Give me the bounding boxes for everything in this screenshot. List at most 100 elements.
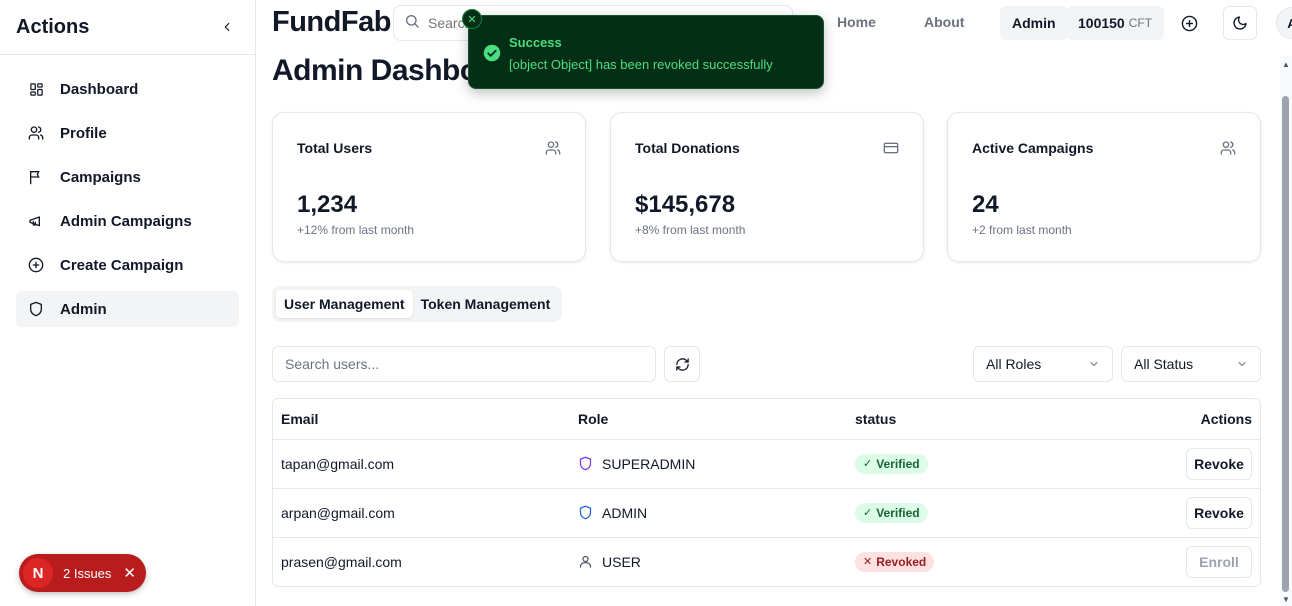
column-header-role: Role	[570, 399, 847, 440]
user-role: USER	[578, 554, 839, 570]
sidebar-item-label: Profile	[60, 124, 107, 142]
credit-card-icon	[883, 140, 899, 156]
stat-card-subtext: +12% from last month	[297, 223, 415, 237]
refresh-icon	[675, 357, 689, 371]
user-email: tapan@gmail.com	[273, 439, 570, 489]
sidebar-nav: Dashboard Profile Campaigns Admin Campai…	[0, 55, 255, 351]
user-role-label: SUPERADMIN	[602, 455, 696, 472]
table-row: prasen@gmail.com USER ✕ Revoked Enroll	[273, 537, 1260, 586]
stat-card-title: Total Donations	[635, 140, 740, 156]
column-header-actions: Actions	[1068, 399, 1260, 440]
stat-card-title: Total Users	[297, 140, 373, 156]
enroll-button[interactable]: Enroll	[1186, 545, 1252, 578]
next-logo-icon: N	[23, 558, 53, 588]
status-badge-label: Verified	[876, 505, 920, 520]
users-table: Email Role status Actions tapan@gmail.co…	[272, 398, 1261, 587]
status-badge: ✓ Verified	[855, 453, 928, 474]
role-filter-select[interactable]: All Roles	[973, 346, 1113, 382]
stat-card-title: Active Campaigns	[972, 140, 1094, 156]
users-icon	[1220, 140, 1236, 156]
plus-circle-icon	[1181, 15, 1197, 31]
role-filter-value: All Roles	[986, 356, 1042, 372]
revoke-button[interactable]: Revoke	[1186, 496, 1252, 529]
status-filter-select[interactable]: All Status	[1121, 346, 1261, 382]
revoke-button[interactable]: Revoke	[1186, 447, 1252, 480]
nav-about-link[interactable]: About	[924, 14, 964, 30]
nav-home-link[interactable]: Home	[837, 14, 876, 30]
status-badge-label: Verified	[876, 456, 920, 471]
sidebar-item-label: Admin	[60, 300, 107, 318]
users-icon	[545, 140, 561, 156]
column-header-status: status	[847, 399, 1069, 440]
users-icon	[28, 125, 44, 141]
page-scrollbar[interactable]: ▲ ▼	[1280, 56, 1292, 606]
toast-close-button[interactable]: ✕	[462, 9, 482, 29]
brand-logo[interactable]: FundFab	[272, 6, 391, 39]
shield-icon	[28, 301, 44, 317]
stat-card-value: $145,678	[635, 191, 736, 218]
table-header-row: Email Role status Actions	[273, 399, 1260, 440]
toast-message: [object Object] has been revoked success…	[509, 57, 773, 72]
megaphone-icon	[28, 213, 44, 229]
check-icon: ✓	[863, 507, 873, 519]
sidebar-item-admin[interactable]: Admin	[16, 291, 239, 327]
tab-user-management[interactable]: User Management	[276, 290, 413, 318]
management-tabs: User Management Token Management	[272, 286, 563, 322]
sidebar-item-label: Campaigns	[60, 168, 141, 186]
search-icon	[404, 13, 420, 34]
sidebar-item-label: Dashboard	[60, 80, 139, 98]
chevron-down-icon	[1238, 362, 1246, 367]
scroll-up-arrow-icon[interactable]: ▲	[1282, 60, 1290, 69]
sidebar: Actions Dashboard Profile Campaigns Admi…	[0, 0, 256, 606]
status-badge: ✕ Revoked	[855, 551, 935, 572]
table-row: arpan@gmail.com ADMIN ✓ Verified Revoke	[273, 488, 1260, 538]
tab-token-management[interactable]: Token Management	[413, 290, 559, 318]
flag-icon	[28, 169, 44, 185]
table-row: tapan@gmail.com SUPERADMIN ✓ Verified Re…	[273, 439, 1260, 489]
scrollbar-thumb[interactable]	[1282, 96, 1289, 592]
shield-icon	[578, 456, 594, 472]
x-icon: ✕	[863, 556, 873, 569]
check-icon: ✓	[863, 458, 873, 470]
chevron-down-icon	[1090, 362, 1098, 367]
stat-card-value: 1,234	[297, 191, 358, 218]
user-role-label: ADMIN	[602, 504, 648, 521]
refresh-button[interactable]	[664, 346, 700, 382]
token-balance: 100150 CFT	[1066, 6, 1165, 40]
stat-card-active-campaigns: Active Campaigns 24 +2 from last month	[947, 112, 1261, 262]
success-toast: ✕ Success [object Object] has been revok…	[462, 9, 824, 89]
sidebar-item-campaigns[interactable]: Campaigns	[16, 159, 239, 195]
avatar[interactable]: A	[1276, 7, 1292, 39]
status-badge: ✓ Verified	[855, 502, 928, 523]
theme-toggle-button[interactable]	[1223, 6, 1257, 40]
admin-nav-button[interactable]: Admin	[1000, 6, 1068, 40]
close-icon[interactable]: ✕	[123, 564, 136, 582]
sidebar-item-label: Create Campaign	[60, 256, 184, 274]
issues-count-label: 2 Issues	[63, 565, 112, 581]
main-content: Admin Dashboard Total Users 1,234 +12% f…	[256, 46, 1280, 606]
sidebar-item-dashboard[interactable]: Dashboard	[16, 71, 239, 107]
user-role: SUPERADMIN	[578, 456, 839, 472]
status-filter-value: All Status	[1134, 356, 1194, 372]
user-email: prasen@gmail.com	[281, 553, 402, 570]
user-email: arpan@gmail.com	[273, 488, 570, 538]
add-circle-button[interactable]	[1172, 6, 1206, 40]
user-icon	[578, 554, 594, 570]
app-root: Actions Dashboard Profile Campaigns Admi…	[0, 0, 1292, 606]
status-badge-label: Revoked	[876, 554, 927, 569]
sidebar-item-label: Admin Campaigns	[60, 212, 192, 230]
user-role: ADMIN	[578, 505, 839, 521]
plus-circle-icon	[28, 257, 44, 273]
stat-card-value: 24	[972, 191, 999, 218]
sidebar-item-profile[interactable]: Profile	[16, 115, 239, 151]
sidebar-title: Actions	[16, 15, 90, 38]
sidebar-item-admin-campaigns[interactable]: Admin Campaigns	[16, 203, 239, 239]
user-search-input[interactable]	[272, 346, 656, 382]
stat-card-total-donations: Total Donations $145,678 +8% from last m…	[610, 112, 924, 262]
stat-card-subtext: +2 from last month	[972, 223, 1072, 237]
issues-indicator[interactable]: N 2 Issues ✕	[19, 554, 146, 592]
chevron-left-icon[interactable]	[215, 15, 239, 39]
sidebar-item-create-campaign[interactable]: Create Campaign	[16, 247, 239, 283]
scroll-down-arrow-icon[interactable]: ▼	[1282, 595, 1290, 604]
check-circle-icon	[483, 44, 501, 62]
